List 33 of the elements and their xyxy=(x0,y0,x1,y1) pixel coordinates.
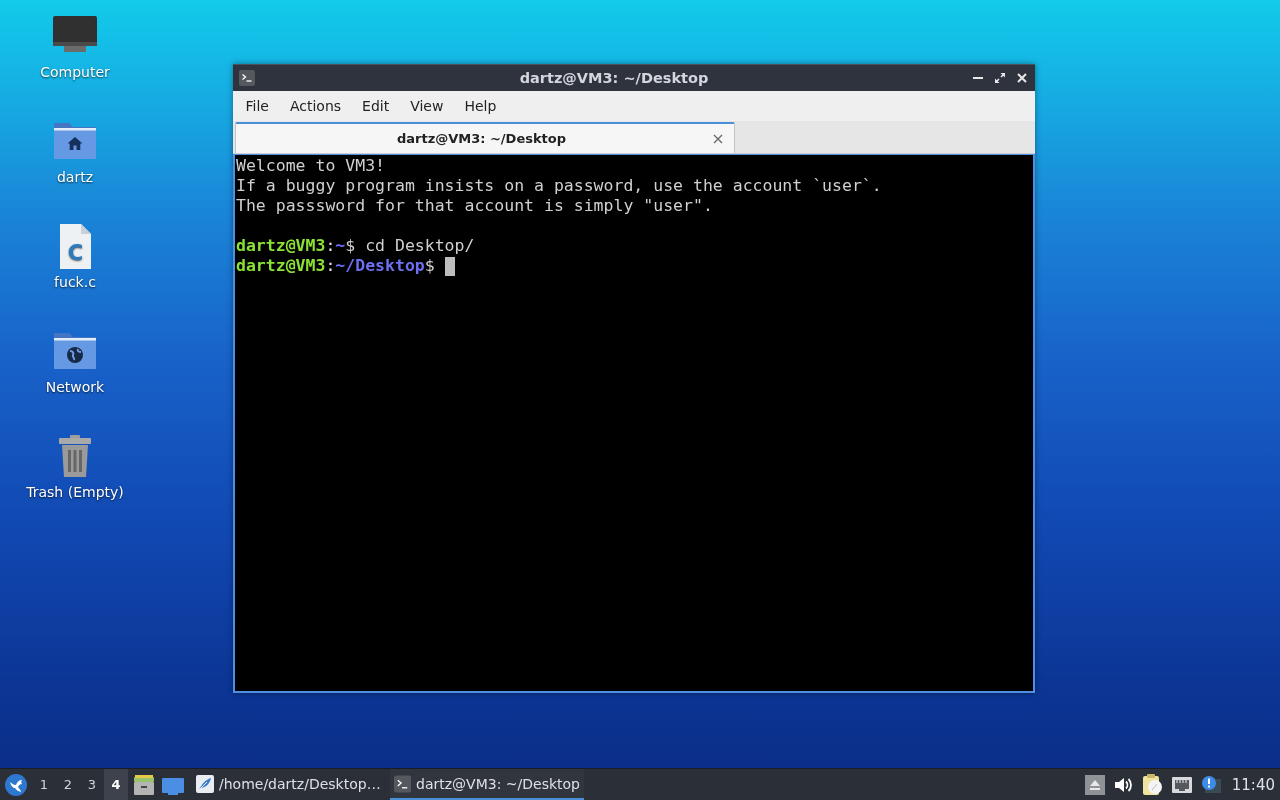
desktop-shortcut[interactable]: Network xyxy=(45,327,105,396)
desktop-shortcut[interactable]: Trash (Empty) xyxy=(26,432,124,501)
file-cabinet-icon[interactable] xyxy=(133,773,155,796)
terminal-area[interactable]: Welcome to VM3! If a buggy program insists on a password, use the account `user`. The passsword for that account is simply "user". dartz@VM3:~$ cd Desktop/ dartz@VM3:~/Desktop$ xyxy=(233,154,1035,693)
output-line: The passsword for that account is simply "user". xyxy=(236,196,714,216)
menu-item[interactable]: Edit xyxy=(351,98,400,114)
feather-icon xyxy=(196,774,214,793)
terminal-icon xyxy=(239,70,255,86)
workspace-button[interactable]: 3 xyxy=(80,769,104,800)
prompt-line: dartz@VM3:~$ cd Desktop/ xyxy=(236,236,475,256)
taskbar-task[interactable]: dartz@VM3: ~/Desktop xyxy=(390,769,584,800)
menu-item[interactable]: View xyxy=(399,98,454,114)
clock[interactable]: 11:40 xyxy=(1231,775,1275,794)
prompt-line: dartz@VM3:~/Desktop$ xyxy=(236,256,435,276)
workspace-button[interactable]: 4 xyxy=(104,769,128,800)
maximize-icon[interactable] xyxy=(995,73,1005,83)
workspace-button[interactable]: 2 xyxy=(56,769,80,800)
workspace-button[interactable]: 1 xyxy=(32,769,56,800)
eject-icon[interactable] xyxy=(1084,774,1105,795)
terminal-icon xyxy=(394,774,411,793)
output-line: Welcome to VM3! xyxy=(236,156,386,176)
output-line: If a buggy program insists on a password, use the account `user`. xyxy=(236,176,883,196)
desktop-shortcut[interactable]: C fuck.c xyxy=(51,222,99,291)
window-title: dartz@VM3: ~/Desktop xyxy=(518,70,710,86)
close-icon[interactable] xyxy=(713,133,723,144)
notification-icon[interactable] xyxy=(1200,774,1221,795)
clipboard-icon[interactable] xyxy=(1140,773,1163,796)
taskbar-task[interactable]: /home/dartz/Desktop… xyxy=(192,769,386,800)
menu-item[interactable]: Help xyxy=(453,98,507,114)
menu-item[interactable]: Actions xyxy=(279,98,352,114)
menu-item[interactable]: File xyxy=(235,98,280,114)
terminal-tab[interactable]: dartz@VM3: ~/Desktop xyxy=(235,122,735,153)
app-menu-icon[interactable] xyxy=(5,773,27,796)
